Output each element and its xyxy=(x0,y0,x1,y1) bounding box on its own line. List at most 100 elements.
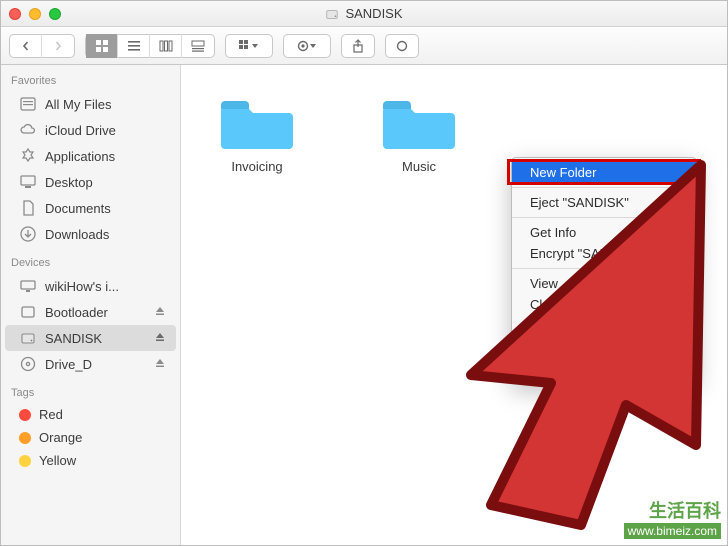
tag-dot-orange xyxy=(19,432,31,444)
sidebar-item-drive-d[interactable]: Drive_D xyxy=(5,351,176,377)
column-view-button[interactable] xyxy=(150,34,182,58)
back-button[interactable] xyxy=(10,34,42,58)
sidebar-item-label: Red xyxy=(39,407,63,422)
coverflow-view-button[interactable] xyxy=(182,34,214,58)
icon-view-button[interactable] xyxy=(86,34,118,58)
sidebar-item-downloads[interactable]: Downloads xyxy=(5,221,176,247)
sidebar-item-label: Drive_D xyxy=(45,357,92,372)
forward-button[interactable] xyxy=(42,34,74,58)
sidebar: Favorites All My Files iCloud Drive Appl… xyxy=(1,65,181,545)
computer-icon xyxy=(19,277,37,295)
all-my-files-icon xyxy=(19,95,37,113)
sidebar-item-label: Downloads xyxy=(45,227,109,242)
sidebar-item-applications[interactable]: Applications xyxy=(5,143,176,169)
sidebar-tag-orange[interactable]: Orange xyxy=(5,426,176,449)
submenu-arrow-icon: ▶ xyxy=(672,320,680,331)
tag-dot-yellow xyxy=(19,455,31,467)
sidebar-item-label: Desktop xyxy=(45,175,93,190)
maximize-window-button[interactable] xyxy=(49,8,61,20)
folder-invoicing[interactable]: Invoicing xyxy=(221,95,293,174)
downloads-icon xyxy=(19,225,37,243)
finder-window: SANDISK Favorites All My Files iCloud Dr… xyxy=(0,0,728,546)
sidebar-item-documents[interactable]: Documents xyxy=(5,195,176,221)
ctx-eject[interactable]: Eject "SANDISK" xyxy=(512,192,696,213)
sidebar-item-icloud-drive[interactable]: iCloud Drive xyxy=(5,117,176,143)
ctx-encrypt[interactable]: Encrypt "SANDISK"... xyxy=(512,243,696,264)
ctx-item-label: Encrypt "SANDISK"... xyxy=(530,246,655,261)
ctx-new-folder[interactable]: New Folder xyxy=(512,162,696,183)
ctx-item-label: Show View Options xyxy=(530,360,643,375)
action-dropdown[interactable] xyxy=(283,34,331,58)
tag-dot-red xyxy=(19,409,31,421)
sidebar-item-label: All My Files xyxy=(45,97,111,112)
icloud-icon xyxy=(19,121,37,139)
traffic-lights xyxy=(9,8,61,20)
navigation-group xyxy=(9,34,75,58)
drive-icon xyxy=(19,329,37,347)
list-view-button[interactable] xyxy=(118,34,150,58)
submenu-arrow-icon: ▶ xyxy=(672,341,680,352)
sidebar-item-label: wikiHow's i... xyxy=(45,279,119,294)
submenu-arrow-icon: ▶ xyxy=(672,278,680,289)
section-header-favorites: Favorites xyxy=(1,65,180,91)
window-title-area: SANDISK xyxy=(1,6,727,21)
ctx-arrange-by[interactable]: Arrange By ▶ xyxy=(512,336,696,357)
ctx-item-label: Arrange By xyxy=(530,339,595,354)
minimize-window-button[interactable] xyxy=(29,8,41,20)
sidebar-item-wikihow[interactable]: wikiHow's i... xyxy=(5,273,176,299)
sidebar-item-label: iCloud Drive xyxy=(45,123,116,138)
ctx-get-info[interactable]: Get Info xyxy=(512,222,696,243)
body-area: Favorites All My Files iCloud Drive Appl… xyxy=(1,65,727,545)
sidebar-tag-yellow[interactable]: Yellow xyxy=(5,449,176,472)
sidebar-item-label: Yellow xyxy=(39,453,76,468)
ctx-show-view-options[interactable]: Show View Options xyxy=(512,357,696,378)
share-button[interactable] xyxy=(341,34,375,58)
sidebar-item-all-my-files[interactable]: All My Files xyxy=(5,91,176,117)
close-window-button[interactable] xyxy=(9,8,21,20)
desktop-icon xyxy=(19,173,37,191)
folder-icon xyxy=(221,95,293,151)
ctx-clean-up[interactable]: Clean Up xyxy=(512,294,696,315)
section-header-devices: Devices xyxy=(1,247,180,273)
ctx-item-label: Get Info xyxy=(530,225,576,240)
ctx-item-label: View xyxy=(530,276,558,291)
ctx-clean-up-by[interactable]: Clean Up By ▶ xyxy=(512,315,696,336)
ctx-separator xyxy=(512,187,696,188)
watermark-line: www.bimeiz.com xyxy=(624,523,721,539)
tags-button[interactable] xyxy=(385,34,419,58)
titlebar: SANDISK xyxy=(1,1,727,27)
file-label: Invoicing xyxy=(231,159,282,174)
documents-icon xyxy=(19,199,37,217)
section-header-tags: Tags xyxy=(1,377,180,403)
sidebar-item-sandisk[interactable]: SANDISK xyxy=(5,325,176,351)
ctx-item-label: Clean Up By xyxy=(530,318,603,333)
eject-icon[interactable] xyxy=(154,305,166,320)
sidebar-item-label: SANDISK xyxy=(45,331,102,346)
folder-music[interactable]: Music xyxy=(383,95,455,174)
applications-icon xyxy=(19,147,37,165)
view-switcher xyxy=(85,34,215,58)
window-title: SANDISK xyxy=(345,6,402,21)
ctx-item-label: New Folder xyxy=(530,165,596,180)
ctx-separator xyxy=(512,217,696,218)
sidebar-tag-red[interactable]: Red xyxy=(5,403,176,426)
ctx-view[interactable]: View ▶ xyxy=(512,273,696,294)
ctx-item-label: Clean Up xyxy=(530,297,584,312)
folder-icon xyxy=(383,95,455,151)
sidebar-item-label: Applications xyxy=(45,149,115,164)
eject-icon[interactable] xyxy=(154,331,166,346)
toolbar xyxy=(1,27,727,65)
sidebar-item-label: Documents xyxy=(45,201,111,216)
ctx-separator xyxy=(512,268,696,269)
volume-icon xyxy=(325,7,339,21)
disc-icon xyxy=(19,355,37,373)
ctx-item-label: Eject "SANDISK" xyxy=(530,195,629,210)
sidebar-item-desktop[interactable]: Desktop xyxy=(5,169,176,195)
file-browser-area[interactable]: Invoicing Music New Folder Eject "SANDIS… xyxy=(181,65,727,545)
sidebar-item-label: Bootloader xyxy=(45,305,108,320)
arrange-dropdown[interactable] xyxy=(225,34,273,58)
sidebar-item-label: Orange xyxy=(39,430,82,445)
sidebar-item-bootloader[interactable]: Bootloader xyxy=(5,299,176,325)
watermark: 生活百科 www.bimeiz.com xyxy=(624,501,721,539)
eject-icon[interactable] xyxy=(154,357,166,372)
